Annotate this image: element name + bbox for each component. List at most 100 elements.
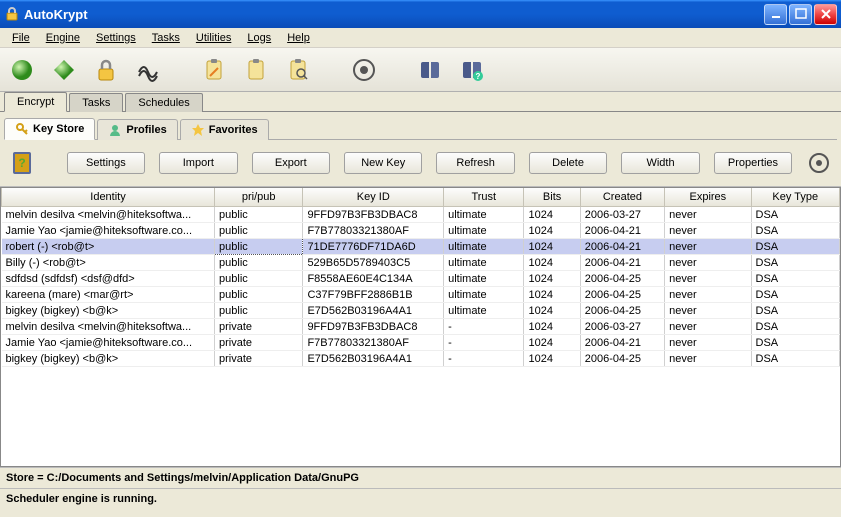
menu-utilities[interactable]: Utilities (188, 30, 239, 46)
cell[interactable]: 1024 (524, 239, 580, 255)
cell[interactable]: 71DE7776DF71DA6D (303, 239, 444, 255)
cell[interactable]: 2006-03-27 (580, 319, 664, 335)
cell[interactable]: 1024 (524, 207, 580, 223)
cell[interactable]: never (665, 303, 751, 319)
cell[interactable]: 2006-04-21 (580, 239, 664, 255)
cell[interactable]: 9FFD97B3FB3DBAC8 (303, 207, 444, 223)
cell[interactable]: private (215, 319, 303, 335)
table-row[interactable]: Jamie Yao <jamie@hiteksoftware.co...priv… (2, 335, 840, 351)
subtab-favorites[interactable]: Favorites (180, 119, 269, 140)
menu-tasks[interactable]: Tasks (144, 30, 188, 46)
cell[interactable]: ultimate (444, 287, 524, 303)
cell[interactable]: private (215, 351, 303, 367)
col-pripub[interactable]: pri/pub (215, 188, 303, 207)
cell[interactable]: never (665, 287, 751, 303)
cell[interactable]: 1024 (524, 223, 580, 239)
width-button[interactable]: Width (621, 152, 699, 174)
cell[interactable]: private (215, 335, 303, 351)
cell[interactable]: Billy (-) <rob@t> (2, 255, 215, 271)
col-keytype[interactable]: Key Type (751, 188, 839, 207)
cell[interactable]: melvin desilva <melvin@hiteksoftwa... (2, 207, 215, 223)
col-keyid[interactable]: Key ID (303, 188, 444, 207)
table-row[interactable]: Jamie Yao <jamie@hiteksoftware.co...publ… (2, 223, 840, 239)
col-expires[interactable]: Expires (665, 188, 751, 207)
col-identity[interactable]: Identity (2, 188, 215, 207)
cell[interactable]: 2006-04-25 (580, 351, 664, 367)
book-help-icon[interactable]: ? (458, 56, 486, 84)
cell[interactable]: - (444, 319, 524, 335)
padlock-icon[interactable] (92, 56, 120, 84)
clipboard-search-icon[interactable] (284, 56, 312, 84)
menu-help[interactable]: Help (279, 30, 318, 46)
cell[interactable]: public (215, 239, 303, 255)
cell[interactable]: melvin desilva <melvin@hiteksoftwa... (2, 319, 215, 335)
table-row[interactable]: kareena (mare) <mar@rt>publicC37F79BFF28… (2, 287, 840, 303)
menu-engine[interactable]: Engine (38, 30, 88, 46)
cell[interactable]: 1024 (524, 271, 580, 287)
cell[interactable]: DSA (751, 319, 839, 335)
table-row[interactable]: Billy (-) <rob@t>public529B65D5789403C5u… (2, 255, 840, 271)
key-grid[interactable]: Identity pri/pub Key ID Trust Bits Creat… (0, 187, 841, 467)
book-icon[interactable] (416, 56, 444, 84)
cell[interactable]: ultimate (444, 255, 524, 271)
export-button[interactable]: Export (252, 152, 330, 174)
cell[interactable]: DSA (751, 335, 839, 351)
col-bits[interactable]: Bits (524, 188, 580, 207)
cell[interactable]: E7D562B03196A4A1 (303, 351, 444, 367)
green-diamond-icon[interactable] (50, 56, 78, 84)
cell[interactable]: sdfdsd (sdfdsf) <dsf@dfd> (2, 271, 215, 287)
cell[interactable]: 9FFD97B3FB3DBAC8 (303, 319, 444, 335)
cell[interactable]: robert (-) <rob@t> (2, 239, 215, 255)
cell[interactable]: public (215, 303, 303, 319)
close-button[interactable] (814, 4, 837, 25)
cell[interactable]: public (215, 287, 303, 303)
cell[interactable]: ultimate (444, 223, 524, 239)
cell[interactable]: 1024 (524, 303, 580, 319)
cell[interactable]: 2006-04-21 (580, 255, 664, 271)
import-button[interactable]: Import (159, 152, 237, 174)
cell[interactable]: never (665, 335, 751, 351)
cell[interactable]: never (665, 319, 751, 335)
cell[interactable]: 1024 (524, 319, 580, 335)
cell[interactable]: Jamie Yao <jamie@hiteksoftware.co... (2, 335, 215, 351)
cell[interactable]: DSA (751, 239, 839, 255)
menu-file[interactable]: File (4, 30, 38, 46)
scribble-icon[interactable] (134, 56, 162, 84)
cell[interactable]: 2006-04-25 (580, 271, 664, 287)
cell[interactable]: DSA (751, 223, 839, 239)
delete-button[interactable]: Delete (529, 152, 607, 174)
cell[interactable]: public (215, 255, 303, 271)
table-row[interactable]: bigkey (bigkey) <b@k>publicE7D562B03196A… (2, 303, 840, 319)
cell[interactable]: DSA (751, 351, 839, 367)
cell[interactable]: DSA (751, 271, 839, 287)
cell[interactable]: 1024 (524, 287, 580, 303)
help-book-icon[interactable]: ? (10, 148, 35, 178)
cell[interactable]: kareena (mare) <mar@rt> (2, 287, 215, 303)
table-row[interactable]: bigkey (bigkey) <b@k>privateE7D562B03196… (2, 351, 840, 367)
cell[interactable]: F7B77803321380AF (303, 335, 444, 351)
table-row[interactable]: melvin desilva <melvin@hiteksoftwa...pri… (2, 319, 840, 335)
cell[interactable]: DSA (751, 207, 839, 223)
cell[interactable]: 1024 (524, 351, 580, 367)
cell[interactable]: 2006-04-25 (580, 287, 664, 303)
cell[interactable]: E7D562B03196A4A1 (303, 303, 444, 319)
tab-encrypt[interactable]: Encrypt (4, 92, 67, 112)
cell[interactable]: ultimate (444, 271, 524, 287)
target-small-icon[interactable] (806, 148, 831, 178)
clipboard-icon[interactable] (242, 56, 270, 84)
menu-logs[interactable]: Logs (239, 30, 279, 46)
cell[interactable]: F8558AE60E4C134A (303, 271, 444, 287)
cell[interactable]: 1024 (524, 255, 580, 271)
cell[interactable]: 2006-04-25 (580, 303, 664, 319)
green-ball-icon[interactable] (8, 56, 36, 84)
cell[interactable]: ultimate (444, 303, 524, 319)
cell[interactable]: bigkey (bigkey) <b@k> (2, 303, 215, 319)
cell[interactable]: DSA (751, 303, 839, 319)
cell[interactable]: public (215, 207, 303, 223)
table-row[interactable]: sdfdsd (sdfdsf) <dsf@dfd>publicF8558AE60… (2, 271, 840, 287)
clipboard-pencil-icon[interactable] (200, 56, 228, 84)
cell[interactable]: 2006-04-21 (580, 223, 664, 239)
tab-tasks[interactable]: Tasks (69, 93, 123, 112)
settings-button[interactable]: Settings (67, 152, 145, 174)
cell[interactable]: public (215, 223, 303, 239)
